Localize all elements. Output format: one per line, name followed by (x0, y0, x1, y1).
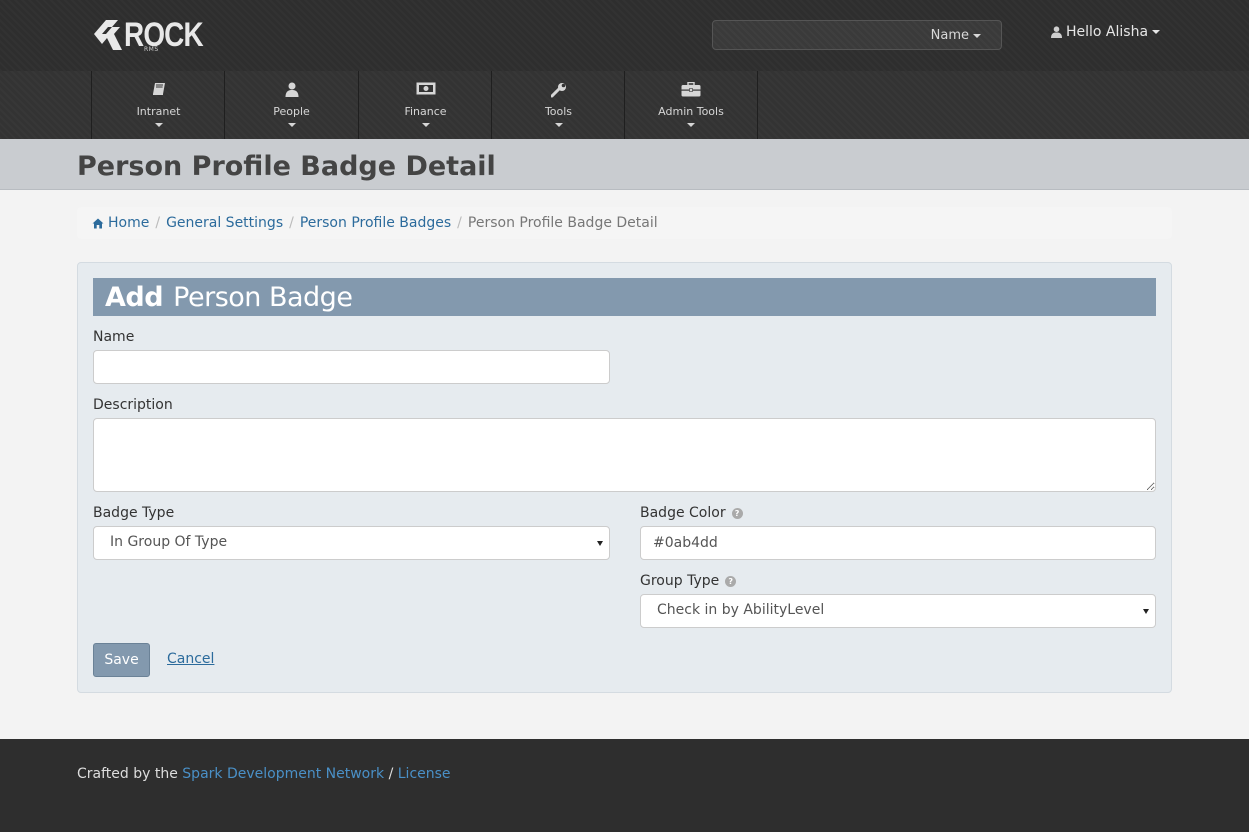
chevron-down-icon (92, 123, 225, 127)
nav-item-label: Intranet (136, 105, 181, 118)
breadcrumb-home[interactable]: Home (108, 215, 149, 231)
nav-item-people[interactable]: People (224, 71, 358, 139)
breadcrumb-separator: / (155, 215, 161, 231)
logo-subtext: RMS (144, 46, 159, 53)
user-icon (1051, 26, 1062, 38)
panel-heading: Add Person Badge (93, 278, 1156, 316)
help-icon[interactable]: ? (725, 575, 737, 587)
rock-logo-mark-icon (92, 14, 126, 56)
footer-license-link[interactable]: License (398, 766, 451, 782)
search-filter-dropdown[interactable]: Name (931, 28, 981, 43)
breadcrumb-person-profile-badges[interactable]: Person Profile Badges (300, 215, 451, 231)
chevron-down-icon (625, 123, 757, 127)
chevron-down-icon (225, 123, 358, 127)
breadcrumb-current: Person Profile Badge Detail (467, 215, 658, 231)
money-icon (359, 82, 492, 98)
group-type-label: Group Type? (640, 573, 737, 589)
nav-item-finance[interactable]: Finance (358, 71, 492, 139)
nav-item-label: Tools (544, 105, 573, 118)
footer-spark-link[interactable]: Spark Development Network (182, 766, 384, 782)
user-menu[interactable]: Hello Alisha (1051, 24, 1161, 40)
description-label: Description (93, 397, 173, 413)
top-bar: ROCK RMS Name Hello Alisha (0, 0, 1249, 71)
book-icon (92, 82, 225, 98)
help-icon[interactable]: ? (731, 507, 743, 519)
name-field[interactable] (93, 350, 610, 384)
save-button[interactable]: Save (93, 643, 150, 677)
select-arrow-icon (597, 541, 603, 546)
description-field[interactable] (93, 418, 1156, 492)
briefcase-icon (625, 82, 757, 98)
user-greeting: Hello Alisha (1066, 24, 1149, 40)
chevron-down-icon (359, 123, 492, 127)
breadcrumb-general-settings[interactable]: General Settings (166, 215, 283, 231)
wrench-icon (492, 82, 625, 98)
nav-item-label: Admin Tools (658, 105, 724, 118)
badge-color-label: Badge Color? (640, 505, 743, 521)
badge-type-select[interactable]: In Group Of Type (93, 526, 610, 560)
select-arrow-icon (1143, 609, 1149, 614)
page-title-bar: Person Profile Badge Detail (0, 139, 1249, 190)
footer-text: Crafted by the Spark Development Network… (77, 766, 451, 782)
nav-item-admin-tools[interactable]: Admin Tools (624, 71, 758, 139)
breadcrumb-separator: / (289, 215, 294, 231)
nav-item-intranet[interactable]: Intranet (91, 71, 225, 139)
user-icon (225, 82, 358, 98)
rock-logo[interactable]: ROCK RMS (92, 14, 220, 56)
cancel-button[interactable]: Cancel (167, 651, 214, 667)
caret-down-icon (1152, 30, 1161, 34)
nav-item-label: Finance (404, 105, 447, 118)
home-icon[interactable] (92, 218, 104, 229)
search-input[interactable]: Name (712, 20, 1002, 50)
badge-type-label: Badge Type (93, 505, 175, 521)
badge-type-value: In Group Of Type (110, 534, 228, 550)
main-nav: Intranet People Finance Tools Admin Tool… (0, 71, 1249, 139)
chevron-down-icon (492, 123, 625, 127)
footer-prefix: Crafted by the (77, 766, 178, 782)
footer-separator: / (388, 766, 394, 782)
nav-item-tools[interactable]: Tools (491, 71, 625, 139)
page-title: Person Profile Badge Detail (77, 151, 496, 182)
badge-form-panel: Add Person Badge Name Description Badge … (77, 262, 1172, 693)
group-type-select[interactable]: Check in by AbilityLevel (640, 594, 1156, 628)
badge-color-field[interactable] (640, 526, 1156, 560)
breadcrumb-separator: / (457, 215, 462, 231)
panel-heading-text: Person Badge (173, 282, 353, 313)
group-type-value: Check in by AbilityLevel (657, 602, 825, 618)
name-label: Name (93, 329, 135, 345)
breadcrumb: Home / General Settings / Person Profile… (77, 207, 1172, 239)
nav-item-label: People (273, 105, 310, 118)
footer: Crafted by the Spark Development Network… (0, 739, 1249, 832)
caret-down-icon (973, 33, 981, 38)
logo-text: ROCK (124, 15, 204, 54)
panel-heading-bold: Add (105, 282, 164, 313)
search-filter-label: Name (930, 28, 969, 43)
